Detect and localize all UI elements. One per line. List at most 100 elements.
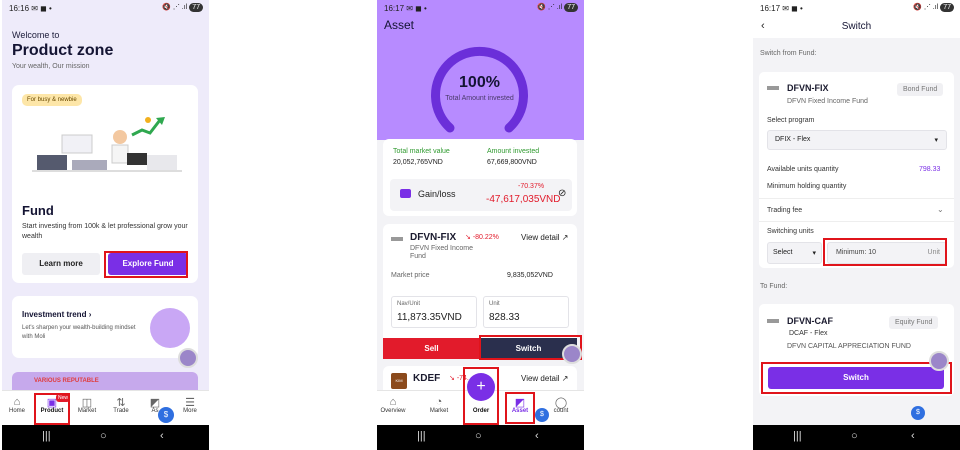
system-nav-bar: ||| ○ ‹	[753, 425, 960, 450]
home-icon: ⌂	[13, 396, 21, 408]
audience-chip: For busy & newbie	[22, 94, 82, 106]
chatbot-bubble-icon[interactable]	[929, 351, 949, 371]
status-time: 16:17	[384, 4, 405, 13]
divider	[759, 198, 954, 199]
view-detail-link[interactable]: View detail ↗	[521, 233, 568, 242]
kim-logo-icon: KIM	[391, 373, 407, 389]
status-icons: 🔇 ⋰ .ıl 77	[162, 3, 203, 12]
unit-value: 828.33	[489, 312, 520, 323]
summary-panel: Total market value 20,052,765VND Amount …	[383, 139, 577, 216]
status-time: 16:17	[760, 4, 781, 13]
highlight-units-input	[823, 238, 947, 266]
chatbot-bubble-icon[interactable]	[562, 344, 582, 364]
chatbot-bubble-icon[interactable]	[178, 348, 198, 368]
home-nav-icon[interactable]: ○	[475, 430, 482, 442]
account-icon: ◯	[554, 397, 568, 409]
highlight-product-tab	[34, 393, 70, 425]
asset-screen: 16:17 ✉ ◼ • 🔇 ⋰ .ıl 77 Asset 100% Total …	[377, 0, 584, 450]
view-detail-link-2[interactable]: View detail ↗	[521, 374, 568, 383]
dfvn-logo-icon	[767, 86, 779, 90]
trade-icon: ⇅	[116, 397, 126, 409]
fund-change: ↘ -80.22%	[465, 234, 499, 241]
equity-fund-tag: Equity Fund	[889, 316, 939, 329]
tab-market[interactable]: ◫ Market	[73, 396, 101, 414]
trend-title: Investment trend ›	[22, 310, 92, 319]
promo-banner[interactable]: VARIOUS REPUTABLE	[12, 372, 198, 392]
learn-more-button[interactable]: Learn more	[22, 253, 100, 275]
home-nav-icon[interactable]: ○	[100, 430, 107, 442]
gauge-percent: 100%	[459, 74, 500, 91]
divider	[759, 221, 954, 222]
tab-overview[interactable]: ⌂ Overview	[379, 396, 407, 414]
min-holding-label: Minimum holding quantity	[767, 183, 847, 190]
gain-loss-percent: -70.37%	[518, 183, 545, 190]
fund-name: DFVN Fixed Income Fund	[410, 245, 474, 260]
fund-code-2: KDEF	[413, 373, 441, 384]
tab-account[interactable]: ◯ count	[547, 396, 575, 414]
back-nav-icon[interactable]: ‹	[160, 430, 164, 442]
amount-invested-label: Amount invested	[487, 148, 540, 155]
mission-text: Your wealth, Our mission	[12, 63, 90, 70]
switching-units-label: Switching units	[767, 228, 814, 235]
nav-unit-box: Nav/Unit 11,873.35VND	[391, 296, 477, 328]
page-title: Switch	[841, 21, 872, 32]
gain-loss-icon	[400, 189, 411, 198]
welcome-text: Welcome to	[12, 30, 60, 40]
tab-more[interactable]: ☰ More	[176, 396, 204, 414]
market-price-value: 9,835,052VND	[507, 272, 553, 279]
recent-apps-icon[interactable]: |||	[417, 430, 426, 442]
tab-market[interactable]: ◔ Market	[425, 396, 453, 414]
recent-apps-icon[interactable]: |||	[793, 430, 802, 442]
to-fund-name: DFVN CAPITAL APPRECIATION FUND	[787, 343, 911, 350]
bond-fund-tag: Bond Fund	[897, 83, 944, 96]
back-nav-icon[interactable]: ‹	[535, 430, 539, 442]
support-floating-icon[interactable]: $	[535, 408, 549, 422]
units-select[interactable]: Select ▾	[767, 242, 822, 264]
fund-description: Start investing from 100k & let professi…	[22, 223, 188, 240]
dropdown-arrow-icon: ▾	[812, 250, 816, 257]
fund-code: DFVN-FIX	[410, 232, 457, 243]
overview-icon: ⌂	[389, 396, 397, 408]
market-icon: ◔	[435, 396, 443, 408]
gain-loss-row[interactable]: Gain/loss -70.37% -47,617,035VND ⊘	[390, 179, 572, 211]
page-title: Asset	[384, 18, 415, 32]
switch-screen: 16:17 ✉ ◼ • 🔇 ⋰ .ıl 77 ‹ Switch Switch f…	[753, 0, 960, 450]
hide-value-icon[interactable]: ⊘	[558, 188, 566, 199]
program-select[interactable]: DFIX - Flex ▾	[767, 130, 947, 150]
amount-invested-value: 67,669,800VND	[487, 159, 537, 166]
support-floating-icon[interactable]: $	[158, 407, 174, 423]
nav-label: Nav/Unit	[397, 301, 421, 307]
more-icon: ☰	[185, 397, 195, 409]
switch-from-label: Switch from Fund:	[760, 50, 817, 57]
available-units-label: Available units quantity	[767, 166, 839, 173]
highlight-explore-fund	[104, 251, 188, 278]
system-nav-bar: ||| ○ ‹	[377, 425, 584, 450]
gauge-label: Total Amount invested	[445, 95, 514, 102]
status-icons: 🔇 ⋰ .ıl 77	[913, 3, 954, 12]
sell-button[interactable]: Sell	[383, 338, 480, 359]
total-market-value: 20,052,765VND	[393, 159, 443, 166]
status-icons: 🔇 ⋰ .ıl 77	[537, 3, 578, 12]
fund-title: Fund	[22, 203, 54, 218]
back-nav-icon[interactable]: ‹	[911, 430, 915, 442]
investment-trend-card[interactable]: Investment trend › Let's sharpen your we…	[12, 296, 198, 358]
fund-illustration	[32, 115, 182, 190]
dfvn-logo-icon	[391, 237, 403, 241]
tab-trade[interactable]: ⇅ Trade	[107, 396, 135, 414]
dropdown-arrow-icon: ▾	[934, 137, 938, 144]
chevron-down-icon[interactable]: ⌄	[937, 205, 944, 214]
market-icon: ◫	[81, 397, 93, 409]
tab-home[interactable]: ⌂ Home	[3, 396, 31, 414]
to-fund-code: DFVN-CAF	[787, 316, 833, 326]
gain-loss-label: Gain/loss	[418, 189, 456, 199]
support-floating-icon[interactable]: $	[911, 406, 925, 420]
unit-label: Unit	[489, 301, 500, 307]
to-fund-label: To Fund:	[760, 283, 788, 290]
highlight-order-button	[463, 367, 499, 425]
back-arrow-icon[interactable]: ‹	[761, 20, 765, 32]
total-market-label: Total market value	[393, 148, 450, 155]
nav-value: 11,873.35VND	[397, 312, 462, 323]
unit-box: Unit 828.33	[483, 296, 569, 328]
home-nav-icon[interactable]: ○	[851, 430, 858, 442]
recent-apps-icon[interactable]: |||	[42, 430, 51, 442]
